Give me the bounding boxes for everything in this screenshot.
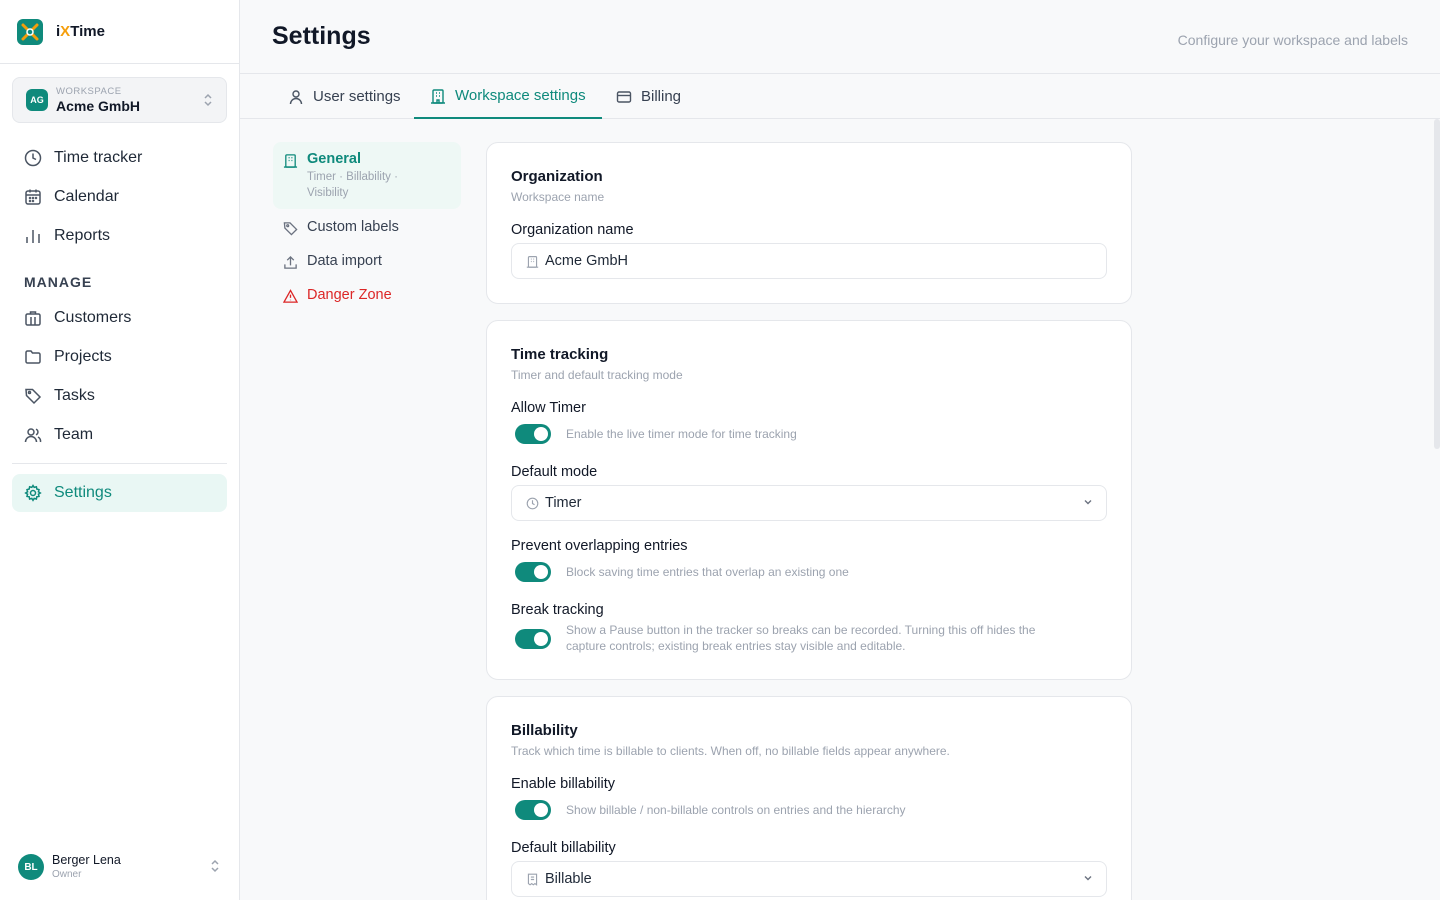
- building-icon: [283, 153, 299, 168]
- page-subtitle: Configure your workspace and labels: [1177, 32, 1408, 48]
- app-name: iXTime: [56, 23, 105, 40]
- workspace-switcher[interactable]: AG WORKSPACE Acme GmbH: [12, 77, 227, 123]
- time-tracking-card: Time tracking Timer and default tracking…: [486, 320, 1132, 680]
- subnav-item-general[interactable]: General Timer · Billability · Visibility: [273, 142, 461, 209]
- subnav-item-danger-zone[interactable]: Danger Zone: [273, 278, 461, 312]
- card-title: Billability: [511, 722, 578, 739]
- workspace-name: Acme GmbH: [56, 98, 141, 115]
- folder-icon: [24, 348, 42, 366]
- building-icon: [430, 88, 446, 104]
- nav-manage: Customers Projects Tasks Team: [12, 299, 227, 455]
- nav-item-customers[interactable]: Customers: [12, 299, 227, 337]
- chevron-down-icon: [1082, 496, 1094, 508]
- clock-icon: [24, 149, 42, 167]
- chevron-up-down-icon: [209, 859, 221, 878]
- gear-icon: [24, 484, 42, 502]
- nav-main: Time tracker Calendar Reports: [12, 139, 227, 256]
- card-subtitle: Track which time is billable to clients.…: [511, 744, 950, 758]
- tab-user-settings[interactable]: User settings: [272, 74, 417, 119]
- default-mode-label: Default mode: [511, 464, 598, 480]
- sidebar: iXTime AG WORKSPACE Acme GmbH Time track…: [0, 0, 240, 900]
- clock-icon: [526, 497, 539, 510]
- chevron-up-down-icon: [202, 93, 214, 112]
- nav-item-time-tracker[interactable]: Time tracker: [12, 139, 227, 177]
- nav-item-team[interactable]: Team: [12, 416, 227, 454]
- user-role: Owner: [52, 869, 82, 881]
- nav-item-projects[interactable]: Projects: [12, 338, 227, 376]
- allow-timer-label: Allow Timer: [511, 400, 586, 416]
- card-title: Time tracking: [511, 346, 609, 363]
- break-tracking-label: Break tracking: [511, 602, 604, 618]
- nav-item-reports[interactable]: Reports: [12, 217, 227, 255]
- section-label-manage: MANAGE: [24, 274, 93, 290]
- default-billability-select[interactable]: Billable: [511, 861, 1107, 897]
- prevent-overlap-desc: Block saving time entries that overlap a…: [566, 565, 849, 579]
- avatar: BL: [18, 854, 44, 880]
- organization-card: Organization Workspace name Organization…: [486, 142, 1132, 304]
- chevron-down-icon: [1082, 872, 1094, 884]
- allow-timer-desc: Enable the live timer mode for time trac…: [566, 427, 797, 441]
- page-header: Settings Configure your workspace and la…: [240, 0, 1440, 74]
- upload-icon: [283, 255, 299, 270]
- default-billability-label: Default billability: [511, 840, 616, 856]
- enable-billability-label: Enable billability: [511, 776, 615, 792]
- settings-tabs: User settings Workspace settings Billing: [240, 74, 1440, 119]
- receipt-icon: [526, 873, 539, 886]
- card-title: Organization: [511, 168, 603, 185]
- billability-card: Billability Track which time is billable…: [486, 696, 1132, 900]
- page-title: Settings: [272, 22, 371, 50]
- brand[interactable]: iXTime: [0, 0, 239, 64]
- card-subtitle: Workspace name: [511, 190, 605, 204]
- bar-chart-icon: [24, 227, 42, 245]
- tab-workspace-settings[interactable]: Workspace settings: [414, 74, 602, 119]
- user-icon: [288, 89, 304, 105]
- building-icon: [526, 255, 539, 268]
- settings-subnav: General Timer · Billability · Visibility…: [273, 142, 461, 312]
- enable-billability-desc: Show billable / non-billable controls on…: [566, 803, 906, 817]
- tag-icon: [283, 221, 299, 236]
- enable-billability-toggle[interactable]: [515, 800, 551, 820]
- nav-item-calendar[interactable]: Calendar: [12, 178, 227, 216]
- warning-icon: [283, 289, 299, 304]
- prevent-overlap-label: Prevent overlapping entries: [511, 538, 688, 554]
- nav-item-tasks[interactable]: Tasks: [12, 377, 227, 415]
- nav-item-settings[interactable]: Settings: [12, 474, 227, 512]
- credit-card-icon: [616, 89, 632, 105]
- allow-timer-toggle[interactable]: [515, 424, 551, 444]
- calendar-icon: [24, 188, 42, 206]
- tag-icon: [24, 387, 42, 405]
- user-menu[interactable]: BL Berger Lena Owner: [18, 852, 223, 882]
- user-name: Berger Lena: [52, 852, 121, 867]
- app-logo: [17, 18, 43, 45]
- subnav-item-custom-labels[interactable]: Custom labels: [273, 210, 461, 244]
- card-subtitle: Timer and default tracking mode: [511, 368, 683, 382]
- users-icon: [24, 426, 42, 444]
- scrollbar[interactable]: [1434, 119, 1440, 449]
- nav-divider: [12, 463, 227, 464]
- tab-billing[interactable]: Billing: [600, 74, 697, 119]
- workspace-avatar: AG: [26, 89, 48, 111]
- organization-name-input[interactable]: Acme GmbH: [511, 243, 1107, 279]
- nav-settings: Settings: [12, 474, 227, 513]
- prevent-overlap-toggle[interactable]: [515, 562, 551, 582]
- default-mode-select[interactable]: Timer: [511, 485, 1107, 521]
- break-tracking-toggle[interactable]: [515, 629, 551, 649]
- workspace-label: WORKSPACE: [56, 85, 122, 97]
- break-tracking-desc: Show a Pause button in the tracker so br…: [566, 623, 1036, 653]
- briefcase-icon: [24, 309, 42, 327]
- organization-name-label: Organization name: [511, 222, 634, 238]
- subnav-item-data-import[interactable]: Data import: [273, 244, 461, 278]
